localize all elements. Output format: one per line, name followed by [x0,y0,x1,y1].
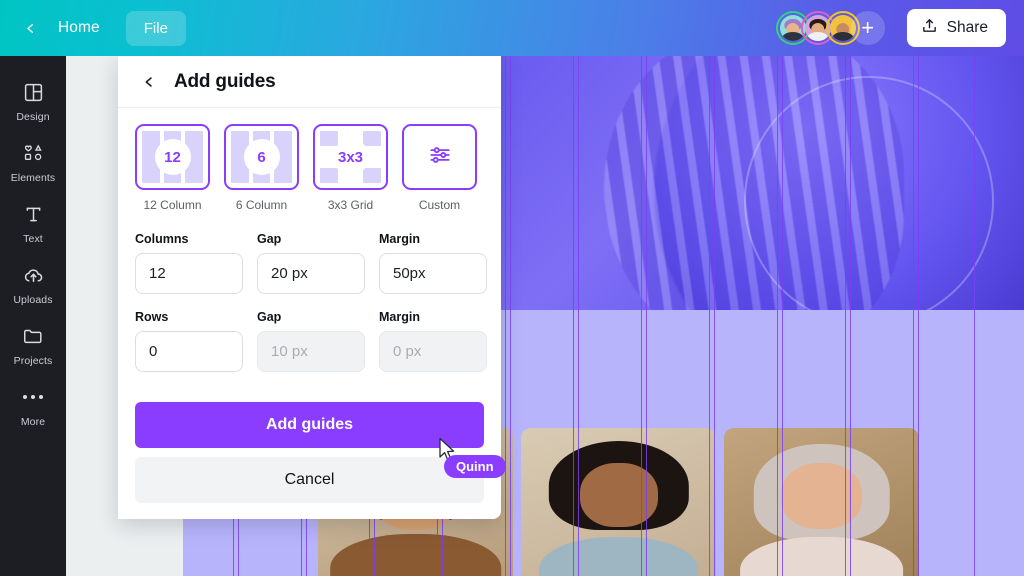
folder-icon [20,323,46,349]
text-t-icon [20,201,46,227]
speaker-card[interactable] [724,428,919,576]
column-gap-field: Gap 20 px [257,232,365,294]
toolbar-left-group: Home File [0,10,186,46]
speaker-card[interactable] [521,428,716,576]
preset-3x3-grid[interactable]: 3x3 3x3 Grid [313,124,388,212]
row-margin-input[interactable]: 0 px [379,331,487,372]
preset-custom[interactable]: Custom [402,124,477,212]
column-gap-label: Gap [257,232,282,246]
file-menu-button[interactable]: File [125,10,186,46]
ellipsis-icon [20,384,46,410]
sliders-icon [427,142,453,173]
add-guides-button[interactable]: Add guides [135,402,484,448]
preset-6-column[interactable]: 6 6 Column [224,124,299,212]
column-margin-field: Margin 50px [379,232,487,294]
column-margin-label: Margin [379,232,420,246]
share-button-label: Share [946,19,988,36]
preset-6-column-thumb: 6 [224,124,299,190]
add-guides-panel: Add guides 12 12 Column 6 6 Column 3x3 3… [118,56,501,519]
columns-input[interactable]: 12 [135,253,243,294]
preset-label: 6 Column [235,198,288,212]
home-button[interactable]: Home [50,14,108,42]
preset-label: Custom [418,198,461,212]
panel-body: 12 12 Column 6 6 Column 3x3 3x3 Grid Cus… [118,108,501,388]
canva-editor-window: Home File + Share Design Elements Text U… [0,0,1024,576]
row-margin-field: Margin 0 px [379,310,487,372]
sidebar-item-projects[interactable]: Projects [0,314,66,375]
panel-back-chevron-left-icon[interactable] [138,71,160,93]
top-toolbar: Home File + Share [0,0,1024,56]
panel-header: Add guides [118,56,501,108]
sidebar-item-uploads[interactable]: Uploads [0,253,66,314]
preset-badge: 6 [243,139,280,175]
add-collaborator-button[interactable]: + [850,11,885,45]
left-sidebar: Design Elements Text Uploads Projects Mo… [0,56,66,576]
cloud-upload-icon [20,262,46,288]
shapes-icon [20,140,46,166]
sidebar-item-text[interactable]: Text [0,192,66,253]
sidebar-item-elements[interactable]: Elements [0,131,66,192]
toolbar-right-group: + Share [775,9,1024,47]
share-button[interactable]: Share [906,9,1006,47]
columns-field: Columns 12 [135,232,243,294]
row-gap-field: Gap 10 px [257,310,365,372]
panel-actions: Add guides Cancel [118,388,501,519]
collaborator-avatars [775,11,860,45]
chevron-left-icon[interactable] [16,14,44,42]
row-gap-input[interactable]: 10 px [257,331,365,372]
sidebar-item-more[interactable]: More [0,375,66,436]
preset-3x3-grid-thumb: 3x3 [313,124,388,190]
sidebar-item-label: Projects [13,355,53,367]
sidebar-item-label: Elements [10,172,56,184]
rows-field: Rows 0 [135,310,243,372]
guide-settings-fields: Columns 12 Gap 20 px Margin 50px Rows 0 … [135,232,487,372]
row-margin-label: Margin [379,310,420,324]
preset-badge: 12 [154,139,191,175]
sidebar-item-label: Text [23,233,43,245]
preset-badge: 3x3 [332,139,369,175]
sidebar-item-label: More [20,416,46,428]
columns-settings-row: Columns 12 Gap 20 px Margin 50px [135,232,487,294]
column-gap-input[interactable]: 20 px [257,253,365,294]
upload-icon [921,17,938,39]
preset-label: 3x3 Grid [327,198,374,212]
rows-label: Rows [135,310,169,324]
columns-label: Columns [135,232,189,246]
sidebar-item-design[interactable]: Design [0,70,66,131]
sidebar-item-label: Design [16,111,50,123]
column-margin-input[interactable]: 50px [379,253,487,294]
rows-settings-row: Rows 0 Gap 10 px Margin 0 px [135,310,487,372]
cancel-button[interactable]: Cancel [135,457,484,503]
sidebar-item-label: Uploads [13,294,53,306]
layout-panels-icon [20,79,46,105]
preset-12-column-thumb: 12 [135,124,210,190]
preset-label: 12 Column [143,198,202,212]
row-gap-label: Gap [257,310,282,324]
panel-title: Add guides [174,70,276,92]
preset-12-column[interactable]: 12 12 Column [135,124,210,212]
guide-preset-list: 12 12 Column 6 6 Column 3x3 3x3 Grid Cus… [135,124,484,212]
preset-custom-thumb [402,124,477,190]
rows-input[interactable]: 0 [135,331,243,372]
